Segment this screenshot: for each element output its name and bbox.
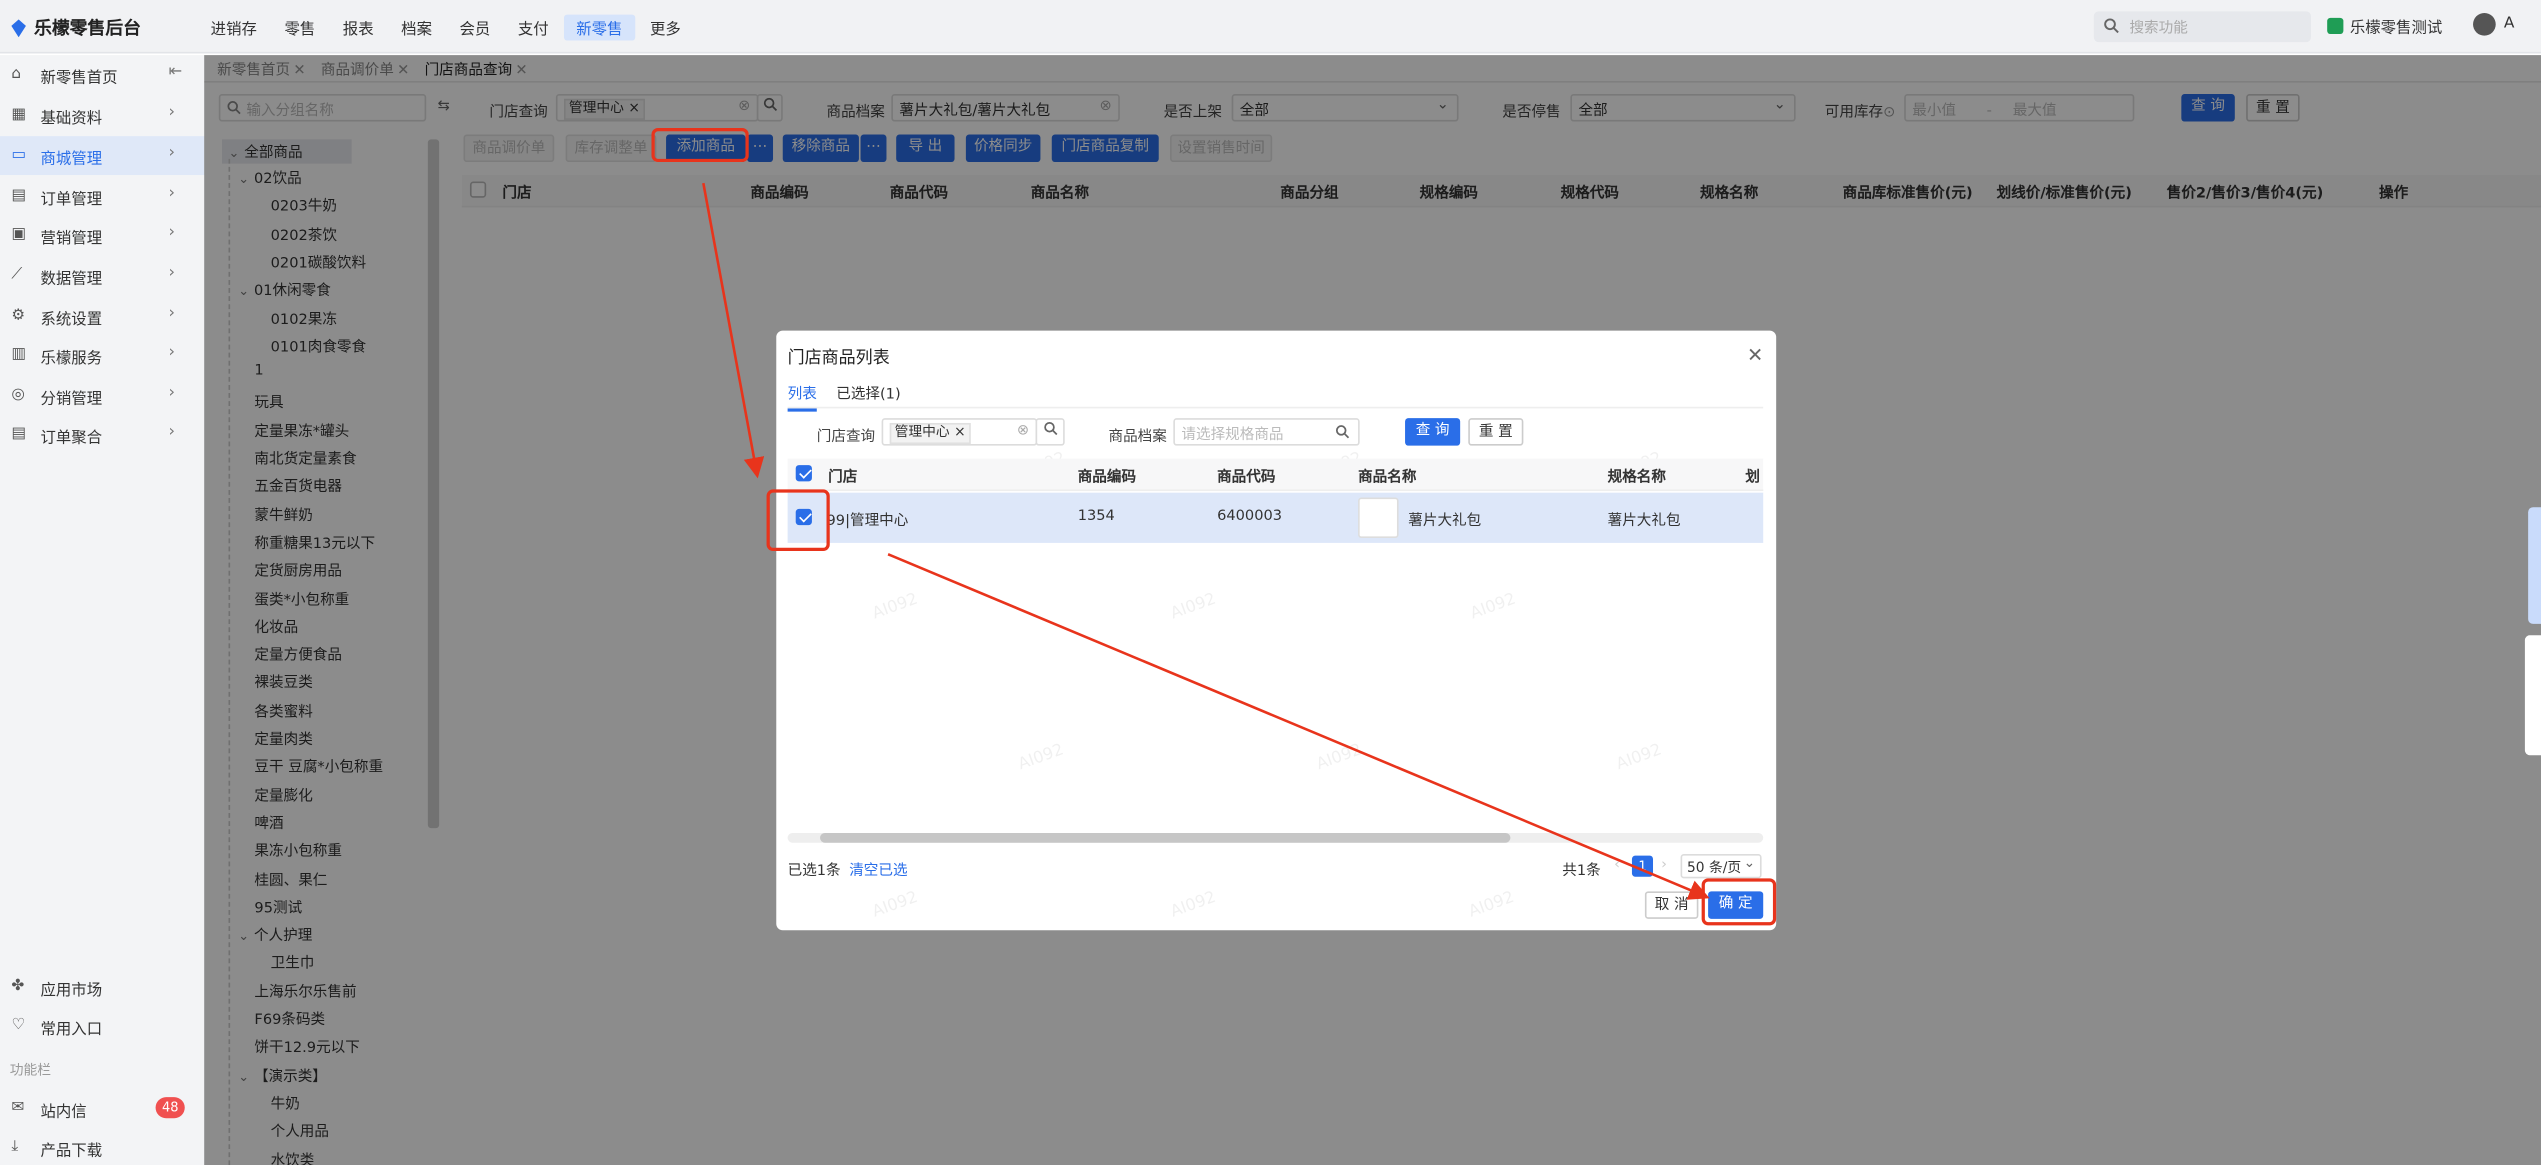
app-page: 乐檬零售后台 进销存 零售 报表 档案 会员 支付 新零售 更多 搜索功能 乐檬零售测试 A … [0, 0, 2541, 1165]
annotation-arrow-1 [702, 182, 765, 479]
annotation-arrows [702, 182, 1710, 900]
annotation-arrow-2 [887, 553, 1710, 900]
